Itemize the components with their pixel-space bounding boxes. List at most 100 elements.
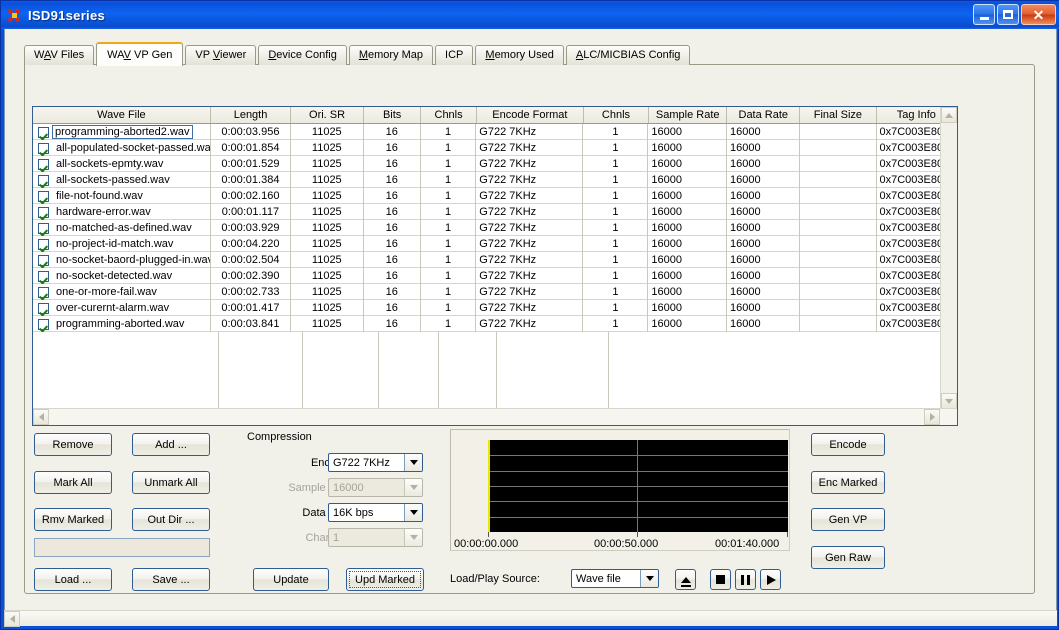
waveform-playhead[interactable] [488, 440, 490, 532]
scroll-right-button[interactable] [924, 409, 940, 425]
close-button[interactable]: ✕ [1021, 4, 1056, 25]
enc-marked-button[interactable]: Enc Marked [811, 471, 885, 494]
waveform-canvas[interactable] [488, 440, 788, 532]
cell-final-size [800, 268, 877, 284]
tab-icp[interactable]: ICP [435, 45, 474, 65]
row-checkbox[interactable] [38, 126, 49, 138]
table-row[interactable]: no-matched-as-defined.wav 0:00:03.929 1102… [33, 220, 957, 236]
scroll-down-button[interactable] [941, 393, 957, 409]
chevron-down-icon[interactable] [404, 454, 422, 471]
stop-button[interactable] [710, 569, 731, 590]
window-scroll-left-button[interactable] [4, 611, 20, 627]
row-checkbox[interactable] [38, 222, 49, 234]
chevron-down-icon[interactable] [640, 570, 658, 587]
grid-vertical-scrollbar[interactable] [940, 107, 957, 409]
mark-all-button[interactable]: Mark All [34, 471, 112, 494]
chevron-down-icon[interactable] [404, 504, 422, 521]
save-button[interactable]: Save ... [132, 568, 210, 591]
cell-encode-format: G722 7KHz [476, 300, 584, 316]
cell-wave-file: all-sockets-passed.wav [33, 172, 211, 188]
column-header-chnls-4[interactable]: Chnls [421, 107, 477, 123]
waveform-panel[interactable]: 00:00:00.000 00:00:50.000 00:01:40.000 [450, 429, 790, 551]
column-header-bits-3[interactable]: Bits [364, 107, 422, 123]
waveform-time-start: 00:00:00.000 [454, 538, 519, 550]
tab-wav-files[interactable]: WAV Files [24, 45, 95, 65]
table-row[interactable]: over-curernt-alarm.wav 0:00:01.417 11025 16… [33, 300, 957, 316]
table-row[interactable]: programming-aborted2.wav 0:00:03.956 11025… [33, 124, 957, 140]
table-row[interactable]: programming-aborted.wav 0:00:03.841 11025 1… [33, 316, 957, 332]
column-header-length-1[interactable]: Length [211, 107, 292, 123]
scroll-left-button[interactable] [33, 409, 49, 425]
row-checkbox[interactable] [38, 238, 49, 250]
load-play-source-value: Wave file [576, 572, 621, 585]
cell-data-rate: 16000 [727, 268, 800, 284]
column-header-chnls-6[interactable]: Chnls [584, 107, 649, 123]
update-button[interactable]: Update [253, 568, 329, 591]
cell-final-size [800, 204, 877, 220]
column-header-final-size-9[interactable]: Final Size [800, 107, 877, 123]
cell-encode-format: G722 7KHz [476, 284, 584, 300]
tab-vp-viewer[interactable]: VP Viewer [185, 45, 257, 65]
table-row[interactable]: all-populated-socket-passed.wav 0:00:01.8… [33, 140, 957, 156]
eject-button[interactable] [675, 569, 696, 590]
cell-bits: 16 [364, 220, 421, 236]
row-checkbox[interactable] [38, 318, 49, 330]
load-play-source-select[interactable]: Wave file [571, 569, 659, 588]
window-horizontal-scrollbar[interactable] [4, 610, 1057, 627]
data-rate-value: 16K bps [333, 506, 374, 519]
load-button[interactable]: Load ... [34, 568, 112, 591]
play-button[interactable] [760, 569, 781, 590]
row-checkbox[interactable] [38, 286, 49, 298]
output-directory-field[interactable] [34, 538, 210, 557]
table-row[interactable]: all-sockets-passed.wav 0:00:01.384 11025 16… [33, 172, 957, 188]
waveform-gridline-v [637, 440, 638, 532]
tab-device-config[interactable]: Device Config [258, 45, 347, 65]
column-header-ori-sr-2[interactable]: Ori. SR [291, 107, 364, 123]
cell-bits: 16 [364, 268, 421, 284]
data-rate-select[interactable]: 16K bps [328, 503, 423, 522]
table-row[interactable]: hardware-error.wav 0:00:01.117 11025 16 1 G72… [33, 204, 957, 220]
pause-button[interactable] [735, 569, 756, 590]
tab-wav-vp-gen[interactable]: WAV VP Gen [96, 42, 184, 66]
remove-button[interactable]: Remove [34, 433, 112, 456]
row-checkbox[interactable] [38, 190, 49, 202]
table-row[interactable]: no-project-id-match.wav 0:00:04.220 11025 1… [33, 236, 957, 252]
row-checkbox[interactable] [38, 174, 49, 186]
table-row[interactable]: file-not-found.wav 0:00:02.160 11025 16 1 G72… [33, 188, 957, 204]
row-checkbox[interactable] [38, 142, 49, 154]
grid-body[interactable]: programming-aborted2.wav 0:00:03.956 11025… [33, 124, 957, 410]
row-checkbox[interactable] [38, 270, 49, 282]
column-header-sample-rate-7[interactable]: Sample Rate [649, 107, 728, 123]
tab-alc-micbias-config[interactable]: ALC/MICBIAS Config [565, 45, 691, 65]
gen-raw-button[interactable]: Gen Raw [811, 546, 885, 569]
tab-memory-used[interactable]: Memory Used [475, 45, 564, 65]
row-checkbox[interactable] [38, 158, 49, 170]
row-checkbox[interactable] [38, 206, 49, 218]
cell-encode-format: G722 7KHz [476, 204, 584, 220]
wave-file-grid[interactable]: Wave File Length Ori. SR Bits Chnls Encode Fo… [32, 106, 958, 426]
scroll-up-button[interactable] [941, 107, 957, 123]
out-dir-button[interactable]: Out Dir ... [132, 508, 210, 531]
table-row[interactable]: no-socket-detected.wav 0:00:02.390 11025 16… [33, 268, 957, 284]
gen-vp-button[interactable]: Gen VP [811, 508, 885, 531]
maximize-button[interactable] [997, 4, 1019, 25]
upd-marked-button[interactable]: Upd Marked [346, 568, 424, 591]
tab-strip[interactable]: WAV Files WAV VP Gen VP Viewer Device Confi… [24, 42, 692, 66]
rmv-marked-button[interactable]: Rmv Marked [34, 508, 112, 531]
row-checkbox[interactable] [38, 302, 49, 314]
cell-chnls-out: 1 [583, 172, 649, 188]
row-checkbox[interactable] [38, 254, 49, 266]
column-header-encode-format-5[interactable]: Encode Format [477, 107, 584, 123]
column-header-data-rate-8[interactable]: Data Rate [727, 107, 801, 123]
minimize-button[interactable] [973, 4, 995, 25]
encoder-select[interactable]: G722 7KHz [328, 453, 423, 472]
table-row[interactable]: all-sockets-epmty.wav 0:00:01.529 11025 16 1… [33, 156, 957, 172]
column-header-wave-file-0[interactable]: Wave File [33, 107, 211, 123]
unmark-all-button[interactable]: Unmark All [132, 471, 210, 494]
tab-memory-map[interactable]: Memory Map [348, 45, 434, 65]
encode-button[interactable]: Encode [811, 433, 885, 456]
table-row[interactable]: one-or-more-fail.wav 0:00:02.733 11025 16 1 G… [33, 284, 957, 300]
add-button[interactable]: Add ... [132, 433, 210, 456]
table-row[interactable]: no-socket-baord-plugged-in.wav 0:00:02.50… [33, 252, 957, 268]
grid-horizontal-scrollbar[interactable] [33, 408, 957, 425]
